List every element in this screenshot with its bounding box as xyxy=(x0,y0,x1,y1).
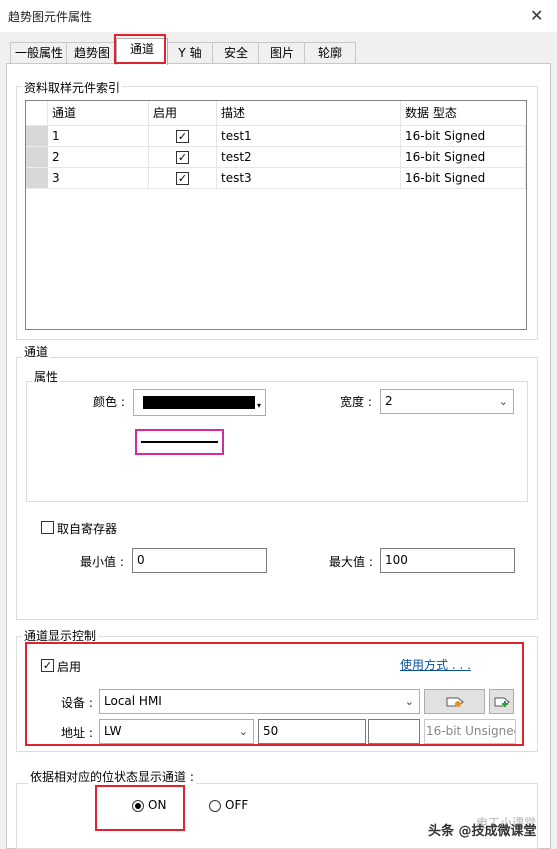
table-cell-description[interactable]: test1 xyxy=(217,126,401,147)
width-label: 宽度 : xyxy=(340,395,372,409)
from-register-checkbox[interactable] xyxy=(41,521,54,534)
min-value-label: 最小值 : xyxy=(80,555,124,569)
window-title: 趋势图元件属性 xyxy=(8,10,93,24)
column-header-enabled: 启用 xyxy=(149,101,217,126)
close-icon[interactable]: ✕ xyxy=(530,6,543,25)
device-select[interactable]: Local HMI ⌄ xyxy=(99,689,420,714)
address-input[interactable]: 50 xyxy=(258,719,366,744)
row-header[interactable] xyxy=(26,147,48,168)
table-cell-channel[interactable]: 1 xyxy=(48,126,149,147)
width-select[interactable]: 2 ⌄ xyxy=(380,389,514,414)
table-cell-description[interactable]: test2 xyxy=(217,147,401,168)
address-index-input[interactable] xyxy=(368,719,420,744)
off-label: OFF xyxy=(225,798,249,812)
row-enabled-checkbox[interactable]: ✓ xyxy=(176,172,189,185)
table-cell-data-type[interactable]: 16-bit Signed xyxy=(401,126,526,147)
address-type-value: LW xyxy=(104,724,122,738)
chevron-down-icon: ⌄ xyxy=(498,395,508,408)
table-cell-data-type[interactable]: 16-bit Signed xyxy=(401,147,526,168)
chevron-down-icon: ⌄ xyxy=(404,695,414,708)
off-radio[interactable] xyxy=(209,800,221,812)
table-cell-description[interactable]: test3 xyxy=(217,168,401,189)
min-value-input[interactable]: 0 xyxy=(132,548,267,573)
chevron-down-icon: ▾ xyxy=(257,401,262,410)
on-radio[interactable] xyxy=(132,800,144,812)
index-group-label: 资料取样元件索引 xyxy=(22,79,123,96)
tab-channel-highlight xyxy=(114,34,166,64)
row-enabled-checkbox[interactable]: ✓ xyxy=(176,151,189,164)
attribute-group-label: 属性 xyxy=(32,368,61,385)
chevron-down-icon: ⌄ xyxy=(238,725,248,738)
row-header[interactable] xyxy=(26,168,48,189)
color-swatch xyxy=(143,396,255,409)
column-header-data-type: 数据 型态 xyxy=(401,101,526,126)
device-label: 设备 : xyxy=(61,696,93,710)
table-cell-data-type[interactable]: 16-bit Signed xyxy=(401,168,526,189)
max-value-label: 最大值 : xyxy=(329,555,373,569)
device-add-button[interactable] xyxy=(489,689,514,714)
watermark-lower: 头条 @技成微课堂 xyxy=(428,824,537,839)
column-header-channel: 通道 xyxy=(48,101,149,126)
on-label: ON xyxy=(148,798,167,812)
max-value-input[interactable]: 100 xyxy=(380,548,515,573)
column-header-description: 描述 xyxy=(217,101,401,126)
tab-general[interactable]: 一般属性 xyxy=(10,42,68,64)
state-group-label: 依据相对应的位状态显示通道 : xyxy=(28,768,196,785)
width-value: 2 xyxy=(385,394,393,408)
table-cell-enabled: ✓ xyxy=(149,168,217,189)
channel-group-label: 通道 xyxy=(22,343,51,360)
row-enabled-checkbox[interactable]: ✓ xyxy=(176,130,189,143)
device-value: Local HMI xyxy=(104,694,162,708)
tab-outline[interactable]: 轮廓 xyxy=(304,42,356,64)
tag-icon xyxy=(446,697,464,707)
display-enable-label: 启用 xyxy=(57,660,82,674)
table-cell-enabled: ✓ xyxy=(149,126,217,147)
tag-add-icon xyxy=(494,697,510,707)
radio-dot xyxy=(135,803,141,809)
table-cell-enabled: ✓ xyxy=(149,147,217,168)
tab-picture[interactable]: 图片 xyxy=(258,42,306,64)
address-type-select[interactable]: LW ⌄ xyxy=(99,719,254,744)
tab-y-axis[interactable]: Y 轴 xyxy=(166,42,214,64)
tab-trend[interactable]: 趋势图 xyxy=(66,42,118,64)
color-label: 颜色 : xyxy=(93,395,125,409)
data-type-display: 16-bit Unsignec xyxy=(424,719,516,744)
device-tag-button[interactable] xyxy=(424,689,485,714)
table-corner xyxy=(26,101,48,126)
address-label: 地址 : xyxy=(61,726,93,740)
usage-link[interactable]: 使用方式 . . . xyxy=(400,656,471,673)
line-preview-box xyxy=(135,429,224,455)
from-register-label: 取自寄存器 xyxy=(57,522,118,536)
table-cell-channel[interactable]: 3 xyxy=(48,168,149,189)
tab-security[interactable]: 安全 xyxy=(212,42,260,64)
channel-table: 通道 启用 描述 数据 型态 1 ✓ test1 16-bit Signed 2… xyxy=(25,100,527,330)
row-header[interactable] xyxy=(26,126,48,147)
table-cell-channel[interactable]: 2 xyxy=(48,147,149,168)
display-enable-checkbox[interactable]: ✓ xyxy=(41,659,54,672)
line-preview xyxy=(141,441,218,443)
color-picker[interactable]: ▾ xyxy=(133,389,266,416)
